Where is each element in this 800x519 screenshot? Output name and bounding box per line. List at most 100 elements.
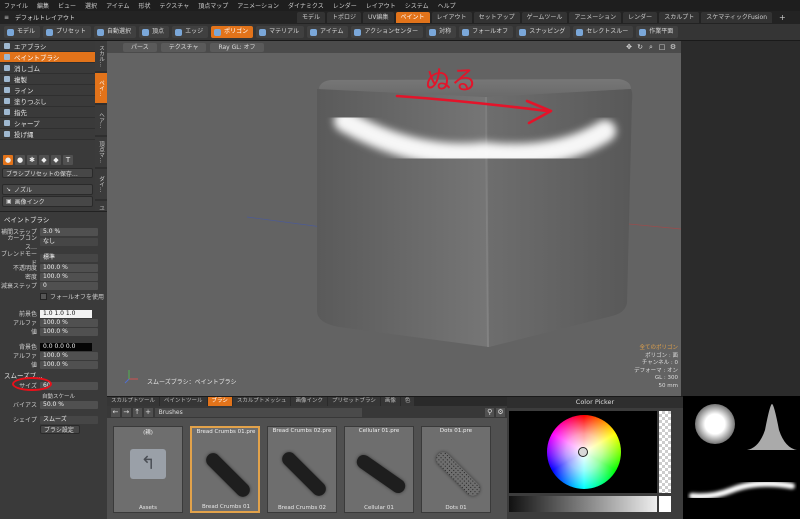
layout-tab-4[interactable]: レイアウト xyxy=(431,12,472,23)
brush-shape-icon-2[interactable]: ✱ xyxy=(27,155,37,165)
layout-tab-8[interactable]: レンダー xyxy=(623,12,658,23)
stamp-step-field[interactable]: 5.0 % xyxy=(40,227,98,236)
3d-viewport[interactable]: ぬる スムーズブラシ：ペイントブラシ xyxy=(107,41,681,396)
toolbar-button-7[interactable]: アイテム xyxy=(307,26,349,38)
menu-item-5[interactable]: 形状 xyxy=(138,1,150,10)
layout-tab-7[interactable]: アニメーション xyxy=(569,12,622,23)
bottom-tab-4[interactable]: 画像インク xyxy=(291,397,327,406)
bg-value-field[interactable]: 100.0 % xyxy=(40,360,98,369)
color-wheel-area[interactable] xyxy=(509,411,657,493)
bottom-tab-0[interactable]: スカルプトツール xyxy=(107,397,160,406)
bottom-tab-3[interactable]: スカルプトメッシュ xyxy=(232,397,291,406)
menu-item-6[interactable]: テクスチャ xyxy=(159,1,189,10)
paint-tool-7[interactable]: シャープ xyxy=(0,118,95,129)
paint-tool-3[interactable]: 複製 xyxy=(0,74,95,85)
add-icon[interactable]: + xyxy=(143,407,153,417)
bottom-tab-5[interactable]: プリセットブラシ xyxy=(327,397,380,406)
menu-item-13[interactable]: ヘルプ xyxy=(438,1,456,10)
zoom-icon[interactable]: ⌕ xyxy=(647,43,655,51)
path-dropdown[interactable]: Brushes xyxy=(154,407,363,417)
rotate-icon[interactable]: ↻ xyxy=(636,43,644,51)
paint-tool-1[interactable]: ペイントブラシ xyxy=(0,52,95,63)
brush-shape-icon-5[interactable]: T xyxy=(63,155,73,165)
toolbar-button-3[interactable]: 頂点 xyxy=(139,26,170,38)
settings-gear-icon[interactable]: ⚙ xyxy=(496,407,505,417)
tool-category-tab-4[interactable]: ダイ… xyxy=(95,169,107,199)
curve-dropdown[interactable]: なし xyxy=(40,237,98,246)
layout-tab-5[interactable]: セットアップ xyxy=(473,12,520,23)
paint-tool-6[interactable]: 指先 xyxy=(0,107,95,118)
toolbar-button-6[interactable]: マテリアル xyxy=(256,26,305,38)
menu-item-12[interactable]: システム xyxy=(405,1,429,10)
layout-tab-9[interactable]: スカルプト xyxy=(659,12,700,23)
fg-value-field[interactable]: 100.0 % xyxy=(40,327,98,336)
toolbar-button-2[interactable]: 自動選択 xyxy=(94,26,137,38)
bottom-tab-1[interactable]: ペイントツール xyxy=(160,397,207,406)
settings-icon[interactable]: ⚙ xyxy=(669,43,677,51)
search-icon[interactable]: ⚲ xyxy=(485,407,495,417)
layout-tab-10[interactable]: スケマティックFusion xyxy=(701,12,773,23)
bottom-tab-2[interactable]: ブラシ xyxy=(207,397,232,406)
menu-item-0[interactable]: ファイル xyxy=(4,1,28,10)
tool-category-tab-2[interactable]: ヘア… xyxy=(95,105,107,135)
brush-settings-button[interactable]: ブラシ設定 xyxy=(40,425,80,434)
background-color-field[interactable]: 0.0 0.0 0.0 xyxy=(40,342,92,351)
back-icon[interactable]: ← xyxy=(111,407,120,417)
toolbar-button-1[interactable]: プリセット xyxy=(43,26,92,38)
preset-thumb-2[interactable]: Bread Crumbs 02.pre Bread Crumbs 02 xyxy=(267,426,337,513)
paint-tool-0[interactable]: エアブラシ xyxy=(0,41,95,52)
value-slider[interactable] xyxy=(509,496,657,512)
menu-item-2[interactable]: ビュー xyxy=(58,1,76,10)
brush-shape-icon-0[interactable]: ● xyxy=(3,155,13,165)
viewport-button-0[interactable]: パース xyxy=(123,42,157,52)
nozzle-button[interactable]: ↘ ノズル xyxy=(2,184,93,195)
viewport-button-1[interactable]: テクスチャ xyxy=(160,42,207,52)
add-layout-tab-button[interactable]: + xyxy=(774,12,791,23)
toolbar-button-9[interactable]: 対称 xyxy=(426,26,457,38)
paint-tool-4[interactable]: ライン xyxy=(0,85,95,96)
preset-thumb-0[interactable]: (親) ↰ Assets xyxy=(113,426,183,513)
layout-tab-1[interactable]: トポロジ xyxy=(327,12,362,23)
preset-thumb-1[interactable]: Bread Crumbs 01.pre Bread Crumbs 01 xyxy=(190,426,260,513)
toolbar-button-0[interactable]: モデル xyxy=(4,26,41,38)
fg-alpha-field[interactable]: 100.0 % xyxy=(40,318,98,327)
layout-tab-3[interactable]: ペイント xyxy=(395,12,430,23)
falloff-step-field[interactable]: 0 xyxy=(40,281,98,290)
paint-tool-2[interactable]: 消しゴム xyxy=(0,63,95,74)
tool-category-tab-0[interactable]: スカル… xyxy=(95,41,107,71)
toolbar-button-11[interactable]: スナッピング xyxy=(516,26,571,38)
layout-tab-0[interactable]: モデル xyxy=(297,12,326,23)
toolbar-button-10[interactable]: フォールオフ xyxy=(459,26,514,38)
toolbar-button-12[interactable]: セレクトスルー xyxy=(573,26,634,38)
paint-tool-8[interactable]: 投げ縄 xyxy=(0,129,95,140)
menu-item-4[interactable]: アイテム xyxy=(106,1,129,10)
menu-item-9[interactable]: ダイナミクス xyxy=(288,1,324,10)
up-icon[interactable]: ↑ xyxy=(132,407,142,417)
viewport-button-2[interactable]: Ray GL: オフ xyxy=(210,42,264,52)
bottom-tab-7[interactable]: 色 xyxy=(400,397,415,406)
tool-category-tab-3[interactable]: 頂点マ… xyxy=(95,137,107,167)
tool-category-tab-1[interactable]: ペイ… xyxy=(95,73,107,103)
preset-thumb-3[interactable]: Cellular 01.pre Cellular 01 xyxy=(344,426,414,513)
save-brush-preset-button[interactable]: ブラシプリセットの保存… xyxy=(2,168,93,178)
maximize-icon[interactable]: □ xyxy=(658,43,666,51)
bottom-tab-6[interactable]: 画像 xyxy=(380,397,400,406)
brush-shape-icon-3[interactable]: ◆ xyxy=(39,155,49,165)
shape-dropdown[interactable]: スムーズ xyxy=(40,415,98,424)
falloff-checkbox[interactable] xyxy=(40,293,47,300)
layout-tab-2[interactable]: UV編集 xyxy=(363,12,394,23)
menu-item-10[interactable]: レンダー xyxy=(333,1,357,10)
alpha-slider[interactable] xyxy=(659,411,671,493)
toolbar-button-13[interactable]: 作業平面 xyxy=(636,26,679,38)
paint-tool-5[interactable]: 塗りつぶし xyxy=(0,96,95,107)
opacity-field[interactable]: 100.0 % xyxy=(40,263,98,272)
toolbar-button-5[interactable]: ポリゴン xyxy=(211,26,254,38)
image-ink-button[interactable]: ▣ 画像インク xyxy=(2,196,93,207)
forward-icon[interactable]: → xyxy=(121,407,131,417)
brush-shape-icon-4[interactable]: ◆ xyxy=(51,155,61,165)
layout-title[interactable]: デフォルトレイアウト xyxy=(15,13,75,22)
layout-menu-icon[interactable]: ≡ xyxy=(4,14,9,21)
menu-item-1[interactable]: 編集 xyxy=(37,1,49,10)
menu-item-8[interactable]: アニメーション xyxy=(237,1,279,10)
foreground-color-field[interactable]: 1.0 1.0 1.0 xyxy=(40,309,92,318)
